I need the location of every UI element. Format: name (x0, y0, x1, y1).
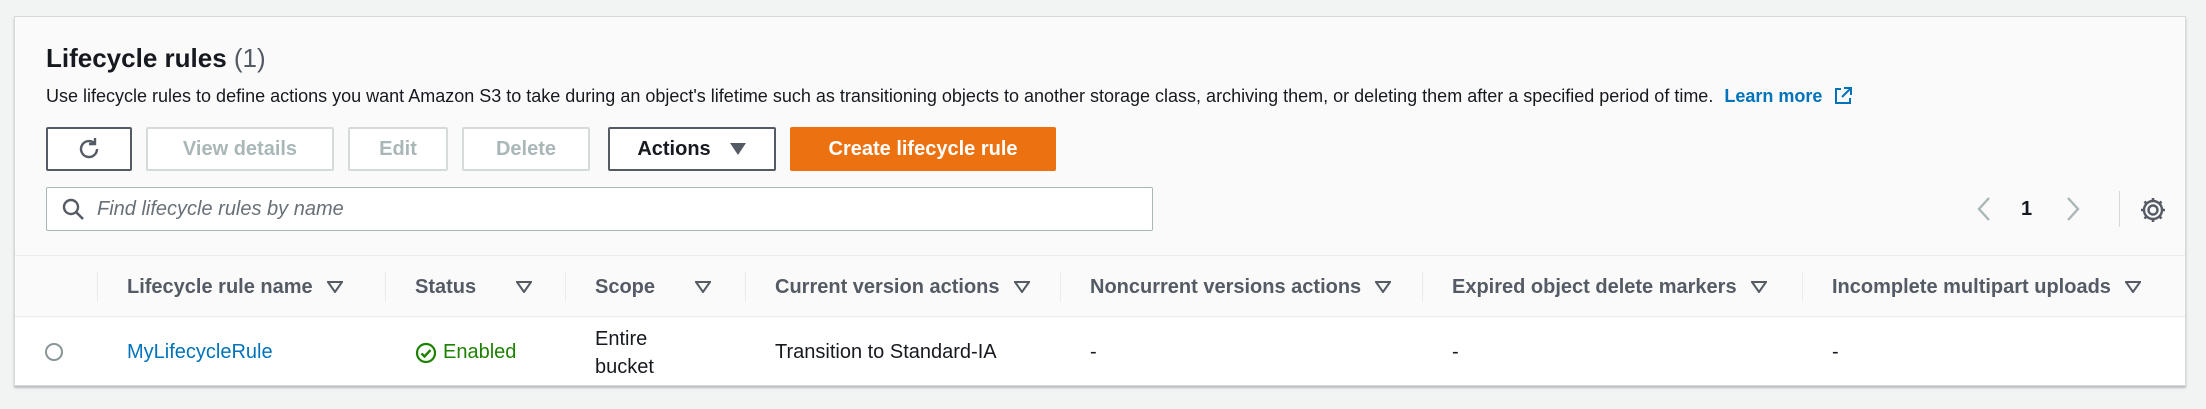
noncurrent-versions-actions-cell: - (1090, 341, 1097, 363)
column-header-current-version-actions[interactable]: Current version actions (775, 256, 1030, 318)
column-header-label: Incomplete multipart uploads (1832, 275, 2111, 298)
column-header-label: Lifecycle rule name (127, 275, 313, 298)
actions-dropdown[interactable]: Actions (608, 127, 776, 171)
search-placeholder: Find lifecycle rules by name (97, 197, 344, 220)
column-header-expired-object-delete-markers[interactable]: Expired object delete markers (1452, 256, 1767, 318)
column-header-incomplete-multipart-uploads[interactable]: Incomplete multipart uploads (1832, 256, 2141, 318)
column-divider (565, 272, 566, 302)
incomplete-multipart-uploads-cell: - (1832, 341, 1839, 363)
column-header-label: Scope (595, 275, 656, 298)
pager-divider (2119, 191, 2120, 227)
column-divider (1060, 272, 1061, 302)
current-page[interactable]: 1 (2021, 198, 2032, 221)
current-version-actions-cell: Transition to Standard-IA (775, 341, 997, 363)
search-icon (62, 198, 84, 220)
sort-caret-icon (516, 281, 533, 293)
column-header-scope[interactable]: Scope (595, 256, 712, 318)
rule-count: (1) (233, 43, 266, 73)
sort-caret-icon (2124, 281, 2141, 293)
sort-caret-icon (1750, 281, 1767, 293)
status-text: Enabled (443, 341, 517, 363)
column-divider (97, 272, 98, 302)
scope-cell: Entire bucket (595, 318, 685, 385)
row-select-radio[interactable] (45, 343, 63, 361)
learn-more-link[interactable]: Learn more (1724, 86, 1853, 106)
section-title: Lifecycle rules (1) (46, 43, 266, 74)
column-divider (1802, 272, 1803, 302)
table-row: MyLifecycleRule Enabled Entire bucket Tr… (15, 318, 2185, 385)
view-details-button[interactable]: View details (146, 127, 334, 171)
create-lifecycle-rule-button[interactable]: Create lifecycle rule (790, 127, 1056, 171)
chevron-right-icon[interactable] (2062, 195, 2082, 223)
pagination: 1 (1975, 193, 2082, 225)
column-header-status[interactable]: Status (415, 256, 533, 318)
sort-caret-icon (1013, 281, 1030, 293)
settings-gear-icon[interactable] (2138, 195, 2168, 225)
lifecycle-rules-panel: Lifecycle rules (1) Use lifecycle rules … (14, 16, 2186, 386)
search-input[interactable]: Find lifecycle rules by name (46, 187, 1153, 231)
column-header-label: Noncurrent versions actions (1090, 275, 1362, 298)
column-divider (745, 272, 746, 302)
rule-name-link[interactable]: MyLifecycleRule (127, 318, 273, 385)
scope-line: Entire (595, 327, 648, 350)
delete-button[interactable]: Delete (462, 127, 590, 171)
table-header: Lifecycle rule name Status Scope Current… (15, 255, 2185, 318)
column-header-noncurrent-versions-actions[interactable]: Noncurrent versions actions (1090, 256, 1392, 318)
sort-caret-icon (326, 281, 343, 293)
sort-caret-icon (695, 281, 712, 293)
expired-object-delete-markers-cell: - (1452, 341, 1459, 363)
sort-caret-icon (1375, 281, 1392, 293)
learn-more-text: Learn more (1724, 86, 1823, 106)
edit-button[interactable]: Edit (348, 127, 448, 171)
description-text: Use lifecycle rules to define actions yo… (46, 86, 1714, 106)
chevron-left-icon[interactable] (1975, 195, 1995, 223)
section-title-text: Lifecycle rules (46, 43, 227, 73)
refresh-button[interactable] (46, 127, 132, 171)
column-header-name[interactable]: Lifecycle rule name (127, 256, 343, 318)
refresh-icon (79, 138, 99, 159)
external-link-icon (1835, 87, 1853, 104)
scope-line: bucket (595, 355, 654, 378)
check-circle-icon (415, 342, 437, 363)
column-header-label: Current version actions (775, 275, 1000, 298)
section-description: Use lifecycle rules to define actions yo… (46, 86, 1853, 107)
column-divider (385, 272, 386, 302)
status-badge: Enabled (415, 318, 517, 385)
actions-label: Actions (637, 137, 711, 160)
caret-down-icon (729, 143, 746, 155)
column-divider (1422, 272, 1423, 302)
column-header-label: Expired object delete markers (1452, 275, 1737, 298)
column-header-label: Status (415, 275, 477, 298)
